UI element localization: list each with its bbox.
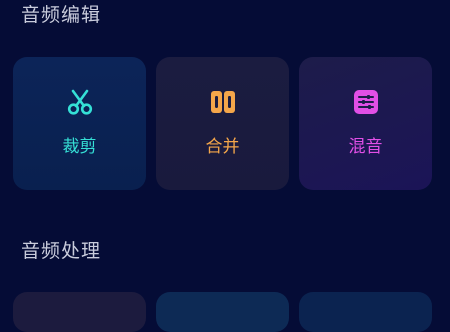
- tool-card-partial-2[interactable]: [156, 292, 289, 332]
- section-title-audio-process: 音频处理: [21, 240, 102, 262]
- section-title-audio-edit: 音频编辑: [21, 4, 102, 26]
- scissors-icon: [67, 89, 92, 115]
- tool-label-mix: 混音: [348, 137, 383, 157]
- mixer-icon: [353, 90, 378, 114]
- tool-label-cut: 裁剪: [62, 137, 97, 157]
- tool-card-partial-1[interactable]: [13, 292, 146, 332]
- tool-card-cut[interactable]: 裁剪: [13, 57, 146, 190]
- tool-label-merge: 合并: [205, 137, 240, 157]
- merge-icon: [210, 91, 235, 113]
- tool-card-partial-3[interactable]: [299, 292, 432, 332]
- tool-card-mix[interactable]: 混音: [299, 57, 432, 190]
- tool-card-merge[interactable]: 合并: [156, 57, 289, 190]
